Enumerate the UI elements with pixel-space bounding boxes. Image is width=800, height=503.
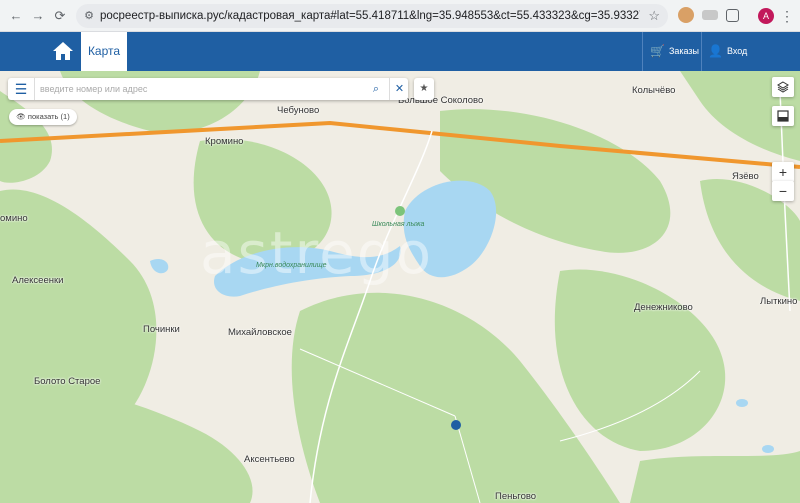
- water-label: Мкрн.водохранилище: [256, 262, 327, 269]
- browser-menu-icon[interactable]: ⋮: [780, 6, 794, 26]
- cart-icon: 🛒: [650, 44, 665, 58]
- orders-button[interactable]: 🛒 Заказы: [650, 32, 699, 71]
- show-button[interactable]: 👁 показать (1): [9, 109, 77, 125]
- map-watermark: astrego: [200, 219, 434, 287]
- place-label: Пеньгово: [495, 491, 537, 502]
- place-label: Денежниково: [634, 302, 693, 313]
- close-icon[interactable]: ✕: [389, 78, 409, 100]
- back-arrow-icon[interactable]: ←: [6, 6, 26, 26]
- place-label: Кромино: [205, 136, 244, 147]
- header-divider: [701, 32, 702, 71]
- map-tiles: [0, 71, 800, 503]
- extensions-puzzle-icon[interactable]: [726, 9, 739, 22]
- extension-icon[interactable]: [702, 10, 718, 20]
- zoom-in-button[interactable]: +: [772, 162, 794, 182]
- water-label: Школьная лыжа: [372, 221, 425, 228]
- orders-label: Заказы: [668, 46, 700, 56]
- place-label: Михайловское: [228, 327, 292, 338]
- zoom-out-button[interactable]: −: [772, 181, 794, 201]
- search-icon[interactable]: ⌕: [366, 78, 386, 100]
- header-divider: [642, 32, 643, 71]
- map-canvas[interactable]: astrego Чебуново Большое Соколово Колычё…: [0, 71, 800, 503]
- extension-icon[interactable]: [678, 7, 694, 23]
- place-label: Чебуново: [277, 105, 320, 116]
- place-label: Починки: [143, 324, 180, 335]
- place-label: Лыткино: [760, 296, 798, 307]
- menu-icon[interactable]: ☰: [8, 78, 35, 100]
- home-icon[interactable]: [52, 41, 74, 61]
- star-icon[interactable]: ★: [414, 78, 434, 100]
- forward-arrow-icon[interactable]: →: [28, 6, 48, 26]
- url-text[interactable]: росреестр-выписка.рус/кадастровая_карта#…: [100, 4, 640, 28]
- address-bar[interactable]: ⚙ росреестр-выписка.рус/кадастровая_карт…: [76, 4, 668, 28]
- site-header: Карта 🛒 Заказы 👤 Вход: [0, 32, 800, 71]
- poi-marker[interactable]: [395, 206, 405, 216]
- tab-map[interactable]: Карта: [81, 32, 127, 71]
- profile-avatar[interactable]: A: [758, 8, 774, 24]
- layers-icon[interactable]: [772, 77, 794, 97]
- search-input[interactable]: [40, 80, 360, 98]
- place-label: Язёво: [732, 171, 759, 182]
- browser-toolbar: ← → ⟳ ⚙ росреестр-выписка.рус/кадастрова…: [0, 0, 800, 32]
- frame-icon[interactable]: [772, 106, 794, 126]
- place-label: Болото Старое: [34, 376, 101, 387]
- place-label: омино: [0, 213, 28, 224]
- place-label: Большое Соколово: [398, 95, 484, 106]
- user-icon: 👤: [708, 44, 723, 58]
- place-label: Аксентьево: [244, 454, 295, 465]
- place-label: Алексеенки: [12, 275, 64, 286]
- site-settings-icon[interactable]: ⚙: [82, 9, 96, 23]
- search-panel: ☰ ⌕ ✕: [8, 78, 408, 100]
- show-button-label: показать (1): [27, 112, 70, 121]
- place-label: Колычёво: [632, 85, 676, 96]
- eye-icon: 👁: [16, 112, 26, 121]
- login-button[interactable]: 👤 Вход: [708, 32, 747, 71]
- location-marker[interactable]: [451, 420, 461, 430]
- reload-icon[interactable]: ⟳: [50, 6, 70, 26]
- bookmark-star-icon[interactable]: ☆: [648, 8, 660, 24]
- login-label: Вход: [726, 46, 748, 56]
